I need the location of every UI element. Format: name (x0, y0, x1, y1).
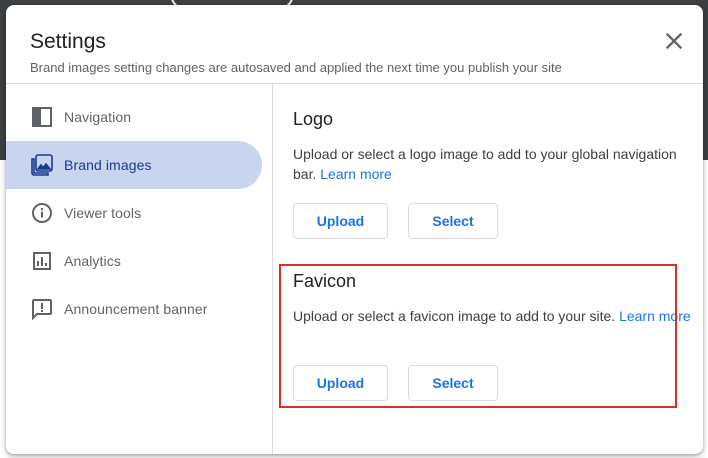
logo-select-button[interactable]: Select (408, 203, 498, 239)
header-divider (6, 83, 703, 84)
announcement-icon (32, 299, 52, 321)
sidebar-item-announcement-banner[interactable]: Announcement banner (6, 285, 262, 333)
dialog-title: Settings (30, 30, 106, 53)
sidebar-item-navigation[interactable]: Navigation (6, 93, 262, 141)
settings-dialog: Settings Brand images setting changes ar… (6, 5, 703, 454)
dialog-subtitle: Brand images setting changes are autosav… (30, 60, 562, 75)
sidebar-item-label: Analytics (64, 253, 121, 269)
sidebar-item-analytics[interactable]: Analytics (6, 237, 262, 285)
photo-library-icon (31, 154, 53, 176)
favicon-highlight-box (279, 264, 677, 408)
settings-sidebar: Navigation Brand images Viewer tools Ana… (6, 93, 272, 333)
analytics-icon (33, 252, 51, 270)
sidebar-item-brand-images[interactable]: Brand images (6, 141, 262, 189)
sidebar-item-label: Navigation (64, 109, 132, 125)
logo-section-title: Logo (293, 109, 334, 129)
logo-section-description: Upload or select a logo image to add to … (293, 144, 693, 184)
sidebar-item-viewer-tools[interactable]: Viewer tools (6, 189, 262, 237)
sidebar-item-label: Announcement banner (64, 301, 208, 317)
info-icon (32, 203, 52, 223)
sidebar-item-label: Viewer tools (64, 205, 142, 221)
sidebar-item-label: Brand images (64, 157, 152, 173)
navigation-panel-icon (32, 107, 52, 127)
logo-learn-more-link[interactable]: Learn more (320, 166, 392, 182)
sidebar-divider (272, 84, 273, 454)
close-icon (665, 32, 683, 50)
close-button[interactable] (660, 27, 688, 55)
logo-upload-button[interactable]: Upload (293, 203, 388, 239)
